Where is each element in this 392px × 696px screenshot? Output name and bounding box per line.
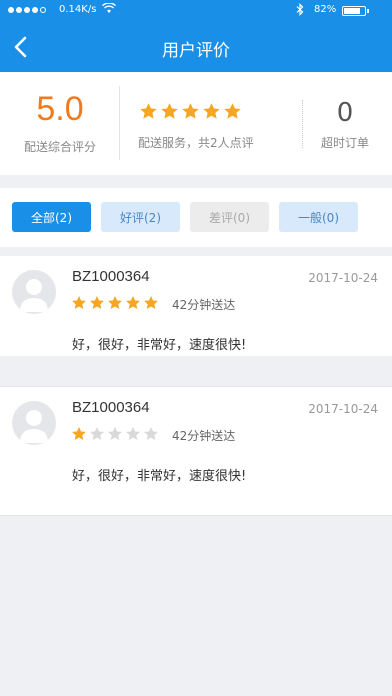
bluetooth-icon	[296, 3, 304, 19]
app-header: 0.14K/s 82% 用户评价	[0, 0, 392, 72]
avatar	[12, 401, 56, 445]
review-star-rating	[71, 426, 159, 442]
review-item: BZ1000364 2017-10-24 42分钟送达 好，很好，非常好，速度很…	[0, 386, 392, 516]
overtime-count: 0	[336, 98, 354, 128]
review-username: BZ1000364	[72, 268, 150, 285]
dotted-divider	[302, 100, 303, 148]
star-filled-icon	[126, 296, 140, 309]
star-filled-icon	[182, 103, 199, 119]
review-username: BZ1000364	[72, 399, 150, 416]
review-date: 2017-10-24	[308, 402, 378, 416]
delivery-time: 42分钟送达	[172, 298, 236, 312]
star-empty-icon	[108, 427, 122, 440]
star-empty-icon	[90, 427, 104, 440]
star-filled-icon	[140, 103, 157, 119]
review-comment: 好，很好，非常好，速度很快!	[72, 338, 247, 353]
star-empty-icon	[126, 427, 140, 440]
battery-icon	[342, 6, 366, 16]
user-avatar-icon	[20, 279, 48, 312]
star-filled-icon	[108, 296, 122, 309]
star-filled-icon	[72, 296, 86, 309]
review-item: BZ1000364 2017-10-24 42分钟送达 好，很好，非常好，速度很…	[0, 256, 392, 356]
star-filled-icon	[224, 103, 241, 119]
summary-star-rating	[139, 102, 242, 121]
review-star-rating	[71, 295, 159, 311]
filter-tabs: 全部(2) 好评(2) 差评(0) 一般(0)	[0, 188, 392, 247]
rating-summary: 5.0 配送综合评分 配送服务，共2人点评 0 超时订单	[0, 72, 392, 175]
overtime-label: 超时订单	[320, 136, 369, 150]
delivery-time: 42分钟送达	[172, 429, 236, 443]
tab-negative[interactable]: 差评(0)	[190, 202, 269, 232]
signal-icon	[8, 7, 46, 13]
tab-neutral[interactable]: 一般(0)	[279, 202, 358, 232]
star-filled-icon	[161, 103, 178, 119]
star-filled-icon	[72, 427, 86, 440]
review-date: 2017-10-24	[308, 271, 378, 285]
battery-percent: 82%	[314, 4, 337, 15]
wifi-icon	[102, 2, 116, 17]
avatar	[12, 270, 56, 314]
tab-all[interactable]: 全部(2)	[12, 202, 91, 232]
status-bar: 0.14K/s 82%	[0, 0, 392, 22]
network-speed: 0.14K/s	[59, 4, 97, 15]
user-avatar-icon	[20, 410, 48, 443]
star-filled-icon	[90, 296, 104, 309]
divider	[119, 86, 120, 160]
overall-score: 5.0	[36, 90, 84, 128]
star-empty-icon	[144, 427, 158, 440]
page-title: 用户评价	[162, 41, 230, 61]
overall-score-label: 配送综合评分	[23, 140, 96, 154]
star-filled-icon	[144, 296, 158, 309]
rating-description: 配送服务，共2人点评	[138, 136, 254, 150]
star-filled-icon	[203, 103, 220, 119]
review-comment: 好，很好，非常好，速度很快!	[72, 469, 247, 484]
tab-positive[interactable]: 好评(2)	[101, 202, 180, 232]
